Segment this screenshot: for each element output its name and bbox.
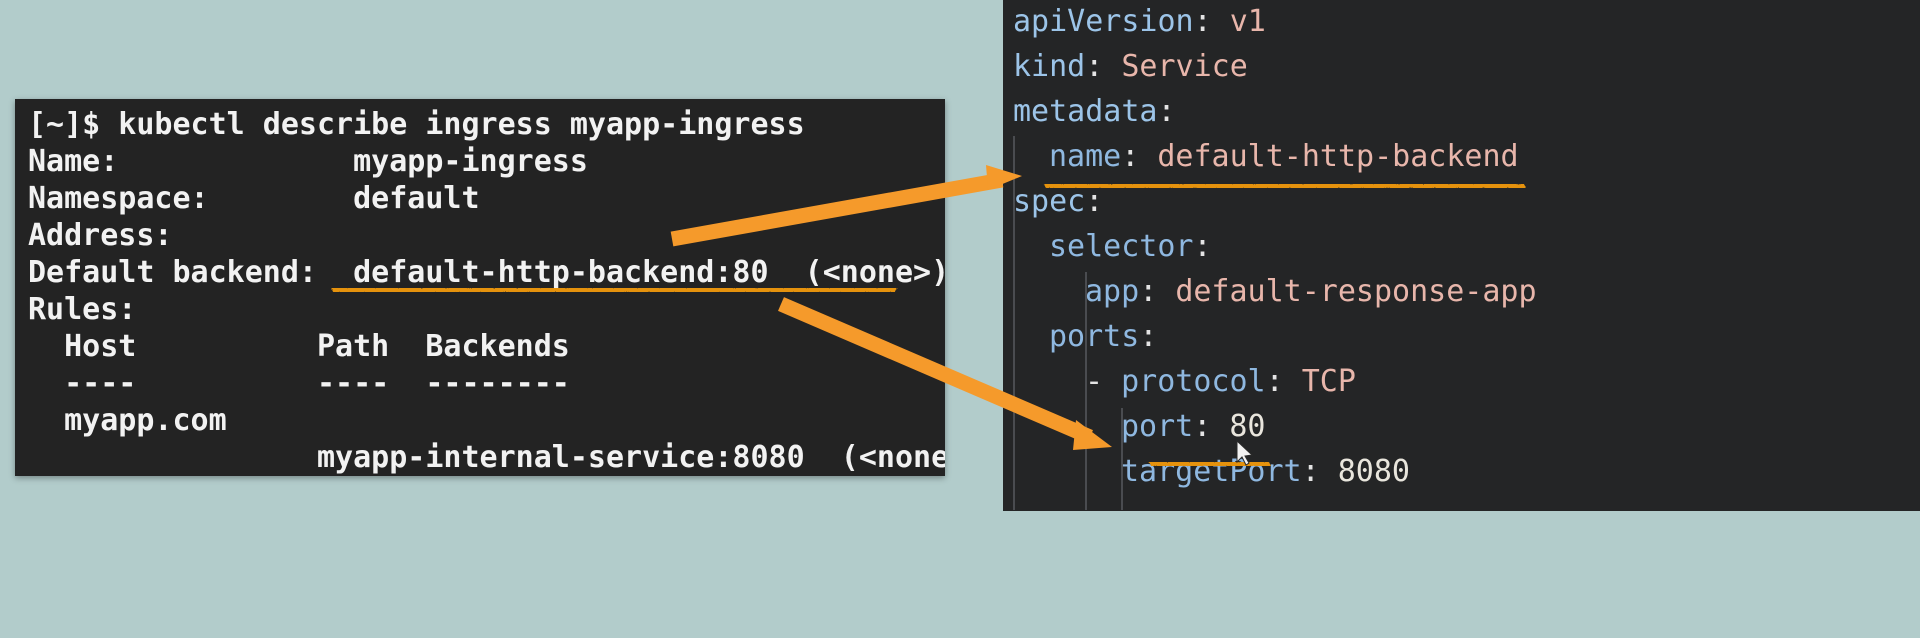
terminal-line-namespace: Namespace: default xyxy=(28,181,480,216)
yaml-colon: : xyxy=(1085,184,1104,219)
yaml-value-targetPort: 8080 xyxy=(1337,454,1410,489)
yaml-colon: : xyxy=(1193,409,1230,444)
screenshot-stage: [~]$ kubectl describe ingress myapp-ingr… xyxy=(0,0,1920,638)
yaml-key-app: app xyxy=(1085,274,1140,309)
yaml-value-name: default-http-backend xyxy=(1157,139,1519,174)
terminal-line-backend: myapp-internal-service:8080 (<none>) xyxy=(28,440,945,475)
yaml-line-apiVersion[interactable]: apiVersion: v1 xyxy=(1013,4,1920,39)
yaml-key-kind: kind xyxy=(1013,49,1086,84)
yaml-line-ports[interactable]: ports: xyxy=(1049,319,1920,354)
terminal-line-default-backend: Default backend: default-http-backend:80… xyxy=(28,255,945,290)
yaml-value-protocol: TCP xyxy=(1301,364,1356,399)
yaml-line-targetPort[interactable]: targetPort: 8080 xyxy=(1121,454,1920,489)
yaml-colon: : xyxy=(1085,49,1122,84)
yaml-line-port[interactable]: port: 80 xyxy=(1121,409,1920,444)
terminal-line-table-header: Host Path Backends xyxy=(28,329,570,364)
terminal-line-address: Address: xyxy=(28,218,173,253)
terminal-line-rules: Rules: xyxy=(28,292,137,327)
terminal-line-table-rule: ---- ---- -------- xyxy=(28,366,570,401)
yaml-colon: : xyxy=(1121,139,1158,174)
yaml-colon: : xyxy=(1301,454,1338,489)
yaml-key-protocol: protocol xyxy=(1121,364,1266,399)
service-yaml-editor[interactable]: apiVersion: v1 kind: Service metadata: n… xyxy=(1003,0,1920,511)
yaml-colon: : xyxy=(1157,94,1176,129)
terminal-line-host: myapp.com xyxy=(28,403,227,438)
yaml-key-metadata: metadata xyxy=(1013,94,1158,129)
yaml-key-spec: spec xyxy=(1013,184,1086,219)
yaml-line-protocol[interactable]: - protocol: TCP xyxy=(1085,364,1920,399)
kubectl-terminal-window[interactable]: [~]$ kubectl describe ingress myapp-ingr… xyxy=(15,99,945,476)
yaml-colon: : xyxy=(1193,229,1212,264)
yaml-value-app: default-response-app xyxy=(1175,274,1537,309)
yaml-value-apiVersion: v1 xyxy=(1229,4,1266,39)
yaml-line-metadata[interactable]: metadata: xyxy=(1013,94,1920,129)
yaml-line-name[interactable]: name: default-http-backend xyxy=(1049,139,1920,174)
yaml-key-ports: ports xyxy=(1049,319,1140,354)
yaml-line-selector[interactable]: selector: xyxy=(1049,229,1920,264)
terminal-line-name: Name: myapp-ingress xyxy=(28,144,588,179)
yaml-key-selector: selector xyxy=(1049,229,1194,264)
yaml-line-spec[interactable]: spec: xyxy=(1013,184,1920,219)
yaml-value-port: 80 xyxy=(1229,409,1266,444)
yaml-list-dash: - xyxy=(1085,364,1122,399)
yaml-key-name: name xyxy=(1049,139,1122,174)
yaml-colon: : xyxy=(1265,364,1302,399)
yaml-key-apiVersion: apiVersion xyxy=(1013,4,1194,39)
yaml-value-kind: Service xyxy=(1121,49,1248,84)
yaml-colon: : xyxy=(1139,319,1158,354)
yaml-colon: : xyxy=(1139,274,1176,309)
yaml-line-kind[interactable]: kind: Service xyxy=(1013,49,1920,84)
terminal-line-prompt: [~]$ kubectl describe ingress myapp-ingr… xyxy=(28,107,805,142)
yaml-line-app[interactable]: app: default-response-app xyxy=(1085,274,1920,309)
yaml-colon: : xyxy=(1193,4,1230,39)
yaml-key-targetPort: targetPort xyxy=(1121,454,1302,489)
yaml-key-port: port xyxy=(1121,409,1194,444)
